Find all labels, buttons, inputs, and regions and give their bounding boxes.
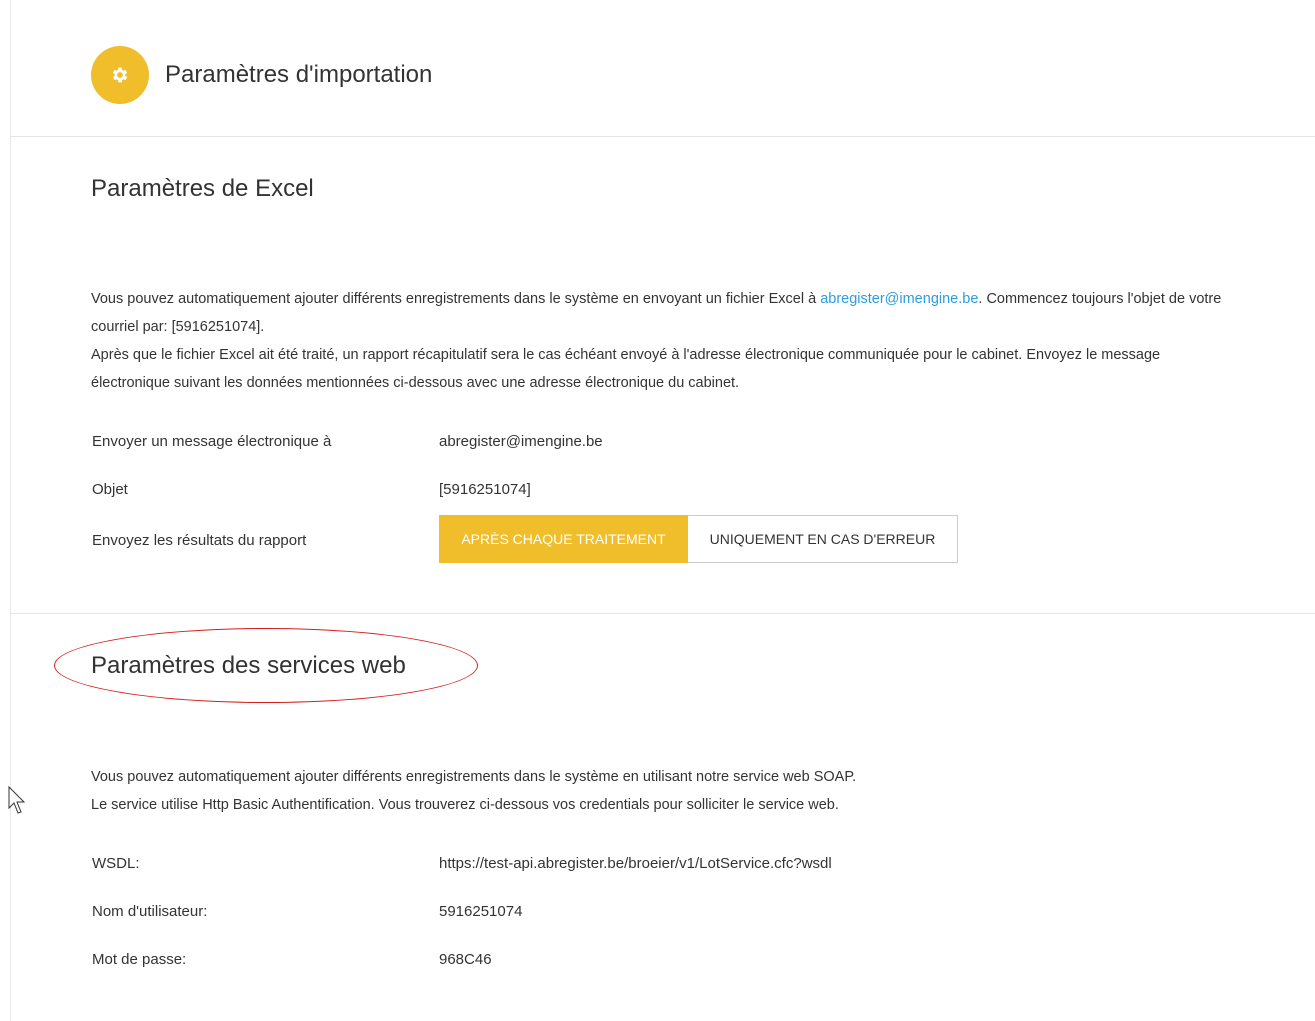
excel-intro-text-start: Vous pouvez automatiquement ajouter diff… [91,291,821,307]
page-header: Paramètres d'importation [0,0,1315,137]
webservices-section-title: Paramètres des services web [91,652,406,679]
wsdl-label: WSDL: [92,855,140,872]
page-title: Paramètres d'importation [165,61,433,88]
after-each-processing-button[interactable]: APRÈS CHAQUE TRAITEMENT [439,515,688,563]
only-on-error-button[interactable]: UNIQUEMENT EN CAS D'ERREUR [688,515,958,563]
password-value: 968C46 [439,951,492,968]
wsdl-link[interactable]: https://test-api.abregister.be/broeier/v… [439,854,832,874]
excel-intro-text: Vous pouvez automatiquement ajouter diff… [91,285,1241,341]
gear-icon [91,46,149,104]
subject-value: [5916251074] [439,481,531,498]
report-results-label: Envoyez les résultats du rapport [92,532,307,549]
webservices-auth-text: Le service utilise Http Basic Authentifi… [91,797,839,813]
subject-label: Objet [92,481,128,498]
gear-icon-glyph [112,67,128,83]
excel-report-text: Après que le fichier Excel ait été trait… [91,347,1161,391]
header-divider [10,136,1315,137]
password-label: Mot de passe: [92,951,187,968]
mouse-cursor-icon [8,786,26,814]
username-value: 5916251074 [439,903,523,920]
excel-intro-email-link[interactable]: abregister@imengine.be [820,291,978,307]
username-label: Nom d'utilisateur: [92,903,208,920]
report-toggle-group: APRÈS CHAQUE TRAITEMENT UNIQUEMENT EN CA… [439,515,958,563]
section-divider [10,613,1315,614]
left-border [10,0,11,1021]
webservices-intro-text: Vous pouvez automatiquement ajouter diff… [91,769,857,785]
excel-section-title: Paramètres de Excel [91,175,314,202]
send-to-label: Envoyer un message électronique à [92,433,332,450]
send-to-email-link[interactable]: abregister@imengine.be [439,432,603,452]
